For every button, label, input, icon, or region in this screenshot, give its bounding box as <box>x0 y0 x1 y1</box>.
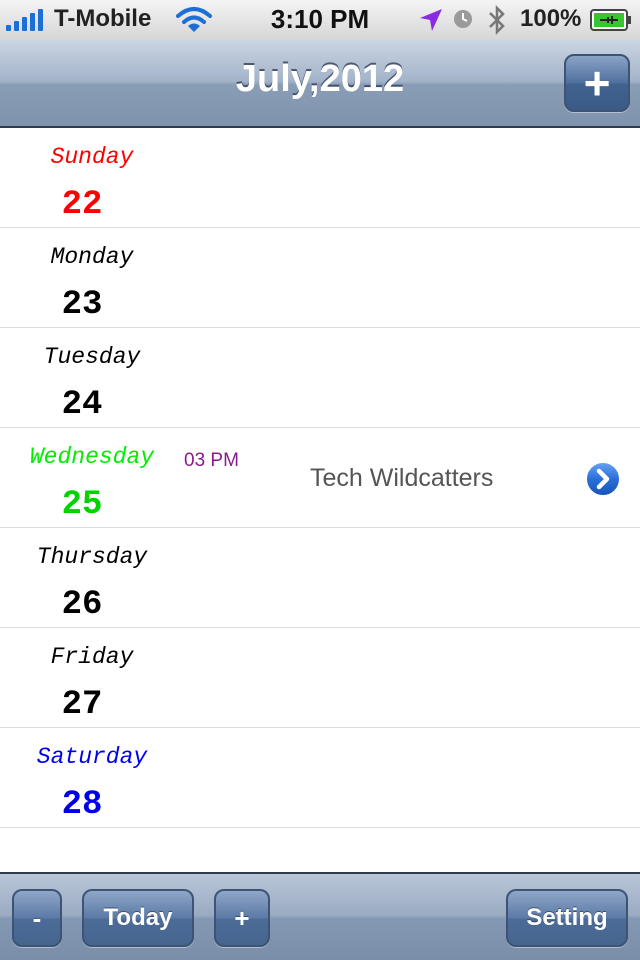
day-row-thursday[interactable]: Thursday 26 <box>0 528 640 628</box>
bluetooth-icon <box>489 5 505 35</box>
day-number: 22 <box>61 186 103 224</box>
day-row-wednesday[interactable]: Wednesday 25 03 PM Tech Wildcatters <box>0 428 640 528</box>
day-number: 25 <box>61 486 103 524</box>
location-arrow-icon <box>420 9 442 31</box>
day-row-tuesday[interactable]: Tuesday 24 <box>0 328 640 428</box>
day-name: Monday <box>50 244 134 270</box>
battery-percent: 100% <box>520 5 582 32</box>
bottom-toolbar: - Today + Setting <box>0 872 640 960</box>
navigation-bar: July,2012 + <box>0 40 640 128</box>
month-title: July,2012 <box>235 58 405 100</box>
day-name: Sunday <box>50 144 134 170</box>
day-row-friday[interactable]: Friday 27 <box>0 628 640 728</box>
status-bar: T-Mobile 3:10 PM 100% <box>0 0 640 40</box>
day-name: Friday <box>50 644 134 670</box>
day-number: 27 <box>61 686 103 724</box>
day-number: 28 <box>61 786 103 824</box>
day-number: 24 <box>61 386 103 424</box>
alarm-clock-icon <box>454 10 472 28</box>
add-event-button[interactable]: + <box>564 54 630 112</box>
event-time: 03 PM <box>184 450 239 471</box>
day-list: Sunday 22 Monday 23 Tuesday 24 Wednesday… <box>0 128 640 872</box>
day-name: Tuesday <box>43 344 141 370</box>
battery-icon <box>590 9 631 31</box>
disclosure-arrow-icon[interactable] <box>584 460 622 498</box>
event-title[interactable]: Tech Wildcatters <box>310 464 493 493</box>
day-name: Thursday <box>36 544 148 570</box>
day-name: Saturday <box>36 744 148 770</box>
previous-week-button[interactable]: - <box>12 889 62 947</box>
day-name: Wednesday <box>29 444 155 470</box>
setting-button[interactable]: Setting <box>506 889 628 947</box>
next-week-button[interactable]: + <box>214 889 270 947</box>
day-row-monday[interactable]: Monday 23 <box>0 228 640 328</box>
day-row-saturday[interactable]: Saturday 28 <box>0 728 640 828</box>
day-number: 23 <box>61 286 103 324</box>
day-number: 26 <box>61 586 103 624</box>
today-button[interactable]: Today <box>82 889 194 947</box>
day-row-sunday[interactable]: Sunday 22 <box>0 128 640 228</box>
